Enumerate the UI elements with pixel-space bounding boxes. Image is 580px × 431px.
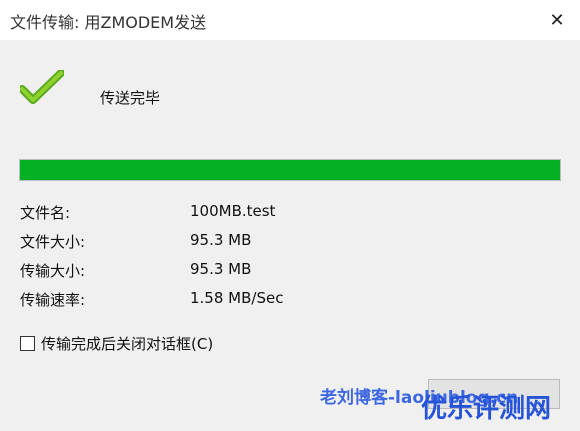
transfer-size-value: 95.3 MB (190, 260, 252, 278)
progress-fill (20, 160, 560, 180)
transfer-rate-label: 传输速率: (20, 291, 86, 309)
transfer-status-text: 传送完毕 (100, 89, 161, 107)
zmodem-transfer-dialog: 文件传输: 用ZMODEM发送 ✕ 传送完毕 文件名: 100MB.test 文… (0, 0, 580, 431)
file-name-label: 文件名: (20, 204, 71, 222)
close-icon: ✕ (549, 9, 565, 31)
file-size-label: 文件大小: (20, 233, 86, 251)
success-check-icon (20, 70, 64, 104)
transfer-progress-bar (19, 159, 561, 181)
close-after-transfer-checkbox[interactable] (20, 336, 35, 351)
title-bar: 文件传输: 用ZMODEM发送 ✕ (0, 0, 580, 40)
close-after-transfer-label: 传输完成后关闭对话框(C) (41, 335, 214, 353)
site-watermark: 优乐评测网 (421, 394, 552, 424)
window-title: 文件传输: 用ZMODEM发送 (10, 13, 207, 32)
transfer-rate-value: 1.58 MB/Sec (190, 289, 284, 307)
file-size-value: 95.3 MB (190, 231, 252, 249)
close-button[interactable]: ✕ (534, 0, 580, 40)
transfer-size-label: 传输大小: (20, 262, 86, 280)
close-after-transfer-option[interactable]: 传输完成后关闭对话框(C) (20, 333, 213, 354)
file-name-value: 100MB.test (190, 202, 276, 220)
